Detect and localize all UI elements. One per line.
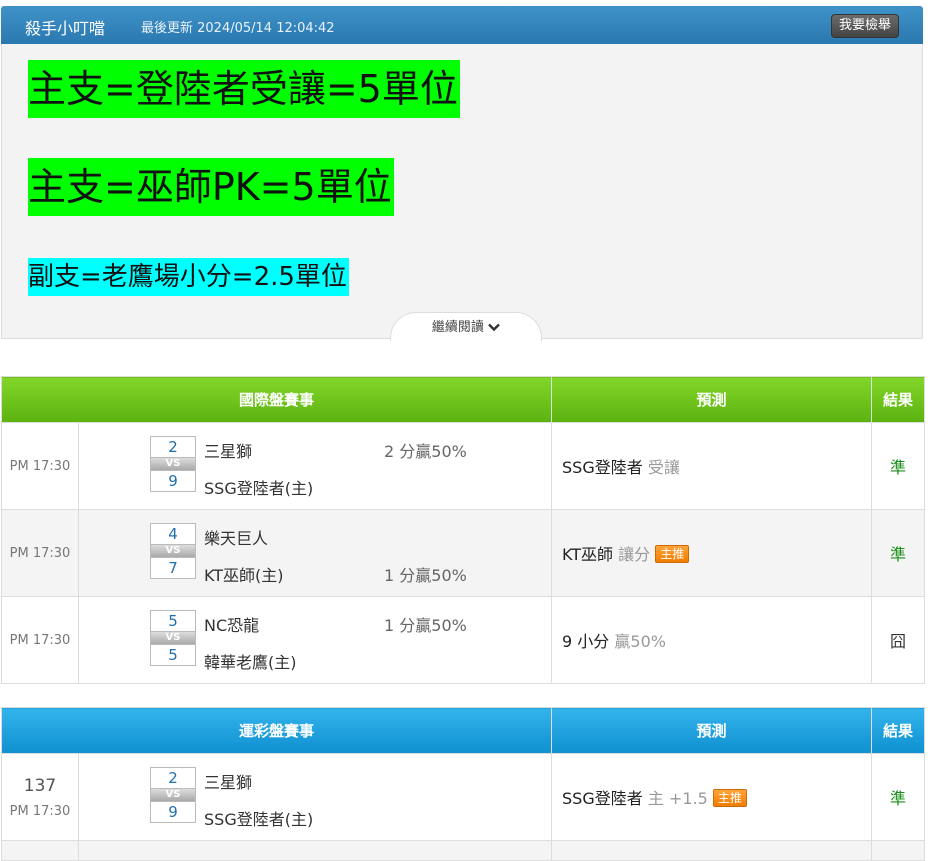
read-more-button[interactable]: 繼續閱讀: [390, 312, 542, 341]
result-cell: 準: [871, 422, 926, 510]
article-content: 主支=登陸者受讓=5單位 主支=巫師PK=5單位 副支=老鷹場小分=2.5單位 …: [1, 44, 923, 341]
vs-label: VS: [150, 545, 196, 557]
chevron-down-icon: [488, 323, 500, 332]
table-row: PM 17:30 5 VS 5 NC恐龍 韓華老鷹(主) 1 分贏50% 9 小…: [1, 596, 926, 684]
home-score: 9: [150, 470, 196, 492]
score-box: 5 VS 5: [150, 610, 196, 666]
game-time: PM 17:30: [9, 803, 71, 819]
prediction-type: 贏50%: [614, 632, 666, 651]
lottery-games-table: 運彩盤賽事 預測 結果 137 PM 17:30 2 VS 9 三星獅 SSG登…: [0, 707, 926, 861]
away-team[interactable]: 樂天巨人: [204, 525, 268, 549]
home-team[interactable]: KT巫師(主): [204, 562, 284, 586]
odds-text: 2 分贏50%: [384, 442, 467, 461]
home-team[interactable]: SSG登陸者(主): [204, 475, 313, 499]
headline-main-pick-2: 主支=巫師PK=5單位: [28, 158, 394, 216]
result-cell: 準: [871, 753, 926, 841]
home-team[interactable]: SSG登陸者(主): [204, 806, 313, 830]
featured-pick-badge: 主推: [712, 789, 747, 807]
prediction-team: SSG登陸者: [562, 789, 643, 808]
result-cell: 準: [871, 509, 926, 597]
headline-side-pick: 副支=老鷹場小分=2.5單位: [28, 258, 349, 296]
prediction-type: 主 +1.5: [647, 789, 708, 808]
prediction-team: KT巫師: [562, 545, 614, 564]
game-time: PM 17:30: [1, 509, 79, 597]
table-row: 137 PM 17:30 2 VS 9 三星獅 SSG登陸者(主) SSG登陸者…: [1, 753, 926, 841]
game-time-cell: 137 PM 17:30: [1, 753, 79, 841]
col-header-prediction: 預測: [551, 376, 873, 423]
away-score: 4: [150, 523, 196, 545]
author-name[interactable]: 殺手小叮噹: [25, 15, 105, 39]
match-cell: 5 VS 5 NC恐龍 韓華老鷹(主) 1 分贏50%: [77, 596, 553, 684]
col-header-result: 結果: [871, 376, 926, 423]
away-team[interactable]: 三星獅: [204, 769, 252, 793]
headline-main-pick-1: 主支=登陸者受讓=5單位: [28, 60, 460, 118]
prediction-team: 9 小分: [562, 632, 610, 651]
prediction-type: 讓分: [618, 545, 651, 564]
table-row: PM 17:30 2 VS 9 三星獅 SSG登陸者(主) 2 分贏50% SS…: [1, 422, 926, 510]
match-cell: 2 VS 9 三星獅 SSG登陸者(主) 2 分贏50%: [77, 422, 553, 510]
match-cell: 2 VS 9 三星獅 SSG登陸者(主): [77, 753, 553, 841]
last-updated: 最後更新 2024/05/14 12:04:42: [141, 21, 335, 36]
header-bar: 殺手小叮噹 最後更新 2024/05/14 12:04:42 我要檢舉: [1, 6, 923, 44]
score-box: 2 VS 9: [150, 767, 196, 823]
game-number: 137: [23, 775, 57, 796]
intl-games-table: 國際盤賽事 預測 結果 PM 17:30 2 VS 9 三星獅 SSG登陸者(主…: [0, 376, 926, 684]
result-cell: 囧: [871, 596, 926, 684]
away-score: 2: [150, 436, 196, 458]
odds-text: 1 分贏50%: [384, 566, 467, 585]
away-score: 2: [150, 767, 196, 789]
vs-label: VS: [150, 632, 196, 644]
prediction-cell: SSG登陸者 受讓: [551, 422, 873, 510]
table-header: 運彩盤賽事 預測 結果: [0, 707, 926, 754]
prediction-team: SSG登陸者: [562, 458, 643, 477]
home-score: 7: [150, 557, 196, 579]
score-box: 4 VS 7: [150, 523, 196, 579]
prediction-cell: KT巫師 讓分 主推: [551, 509, 873, 597]
col-header-games: 運彩盤賽事: [0, 707, 553, 754]
vs-label: VS: [150, 458, 196, 470]
col-header-games: 國際盤賽事: [0, 376, 553, 423]
score-box: 2 VS 9: [150, 436, 196, 492]
away-team[interactable]: NC恐龍: [204, 612, 259, 636]
prediction-cell: SSG登陸者 主 +1.5 主推: [551, 753, 873, 841]
away-team[interactable]: 三星獅: [204, 438, 252, 462]
prediction-type: 受讓: [647, 458, 680, 477]
home-team[interactable]: 韓華老鷹(主): [204, 649, 297, 673]
home-score: 9: [150, 801, 196, 823]
report-button[interactable]: 我要檢舉: [830, 14, 899, 38]
home-score: 5: [150, 644, 196, 666]
read-more-label: 繼續閱讀: [431, 320, 484, 335]
col-header-result: 結果: [871, 707, 926, 754]
featured-pick-badge: 主推: [655, 545, 690, 563]
away-score: 5: [150, 610, 196, 632]
table-header: 國際盤賽事 預測 結果: [0, 376, 926, 423]
table-row: PM 17:30 4 VS 7 樂天巨人 KT巫師(主) 1 分贏50% KT巫…: [1, 509, 926, 597]
game-time: PM 17:30: [1, 422, 79, 510]
match-cell: 4 VS 7 樂天巨人 KT巫師(主) 1 分贏50%: [77, 509, 553, 597]
game-time: PM 17:30: [1, 596, 79, 684]
prediction-cell: 9 小分 贏50%: [551, 596, 873, 684]
table-row-partial: [1, 840, 926, 861]
col-header-prediction: 預測: [551, 707, 873, 754]
vs-label: VS: [150, 789, 196, 801]
odds-text: 1 分贏50%: [384, 616, 467, 635]
